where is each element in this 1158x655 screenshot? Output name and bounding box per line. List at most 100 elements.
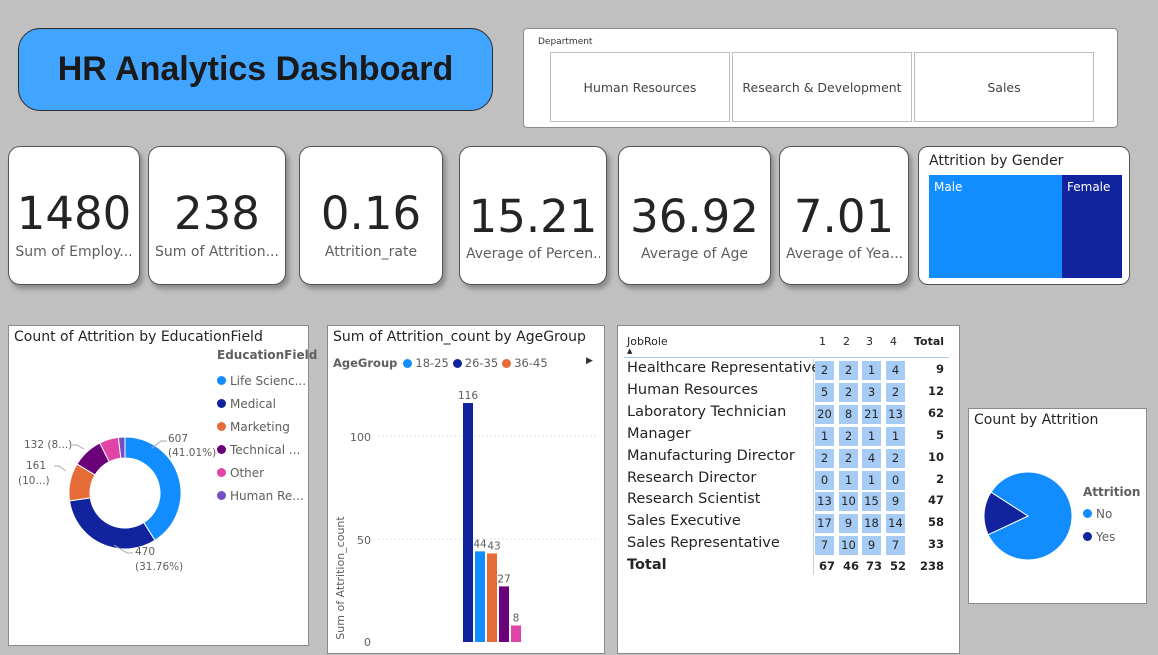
sort-ascending-icon[interactable]: ▲ — [627, 347, 632, 355]
matrix-cell[interactable]: 9 — [839, 514, 858, 534]
legend-item[interactable]: Medical — [217, 392, 317, 415]
kpi-card-average-years[interactable]: 7.01 Average of Yea... — [779, 146, 909, 285]
department-slicer-label: Department — [538, 37, 593, 47]
matrix-cell[interactable]: 17 — [815, 514, 834, 534]
matrix-cell[interactable]: 18 — [862, 514, 881, 534]
matrix-row-label[interactable]: Laboratory Technician — [627, 404, 786, 420]
matrix-cell[interactable]: 0 — [886, 470, 905, 490]
kpi-card-employees[interactable]: 1480 Sum of Employ... — [8, 146, 140, 285]
legend-label: No — [1096, 506, 1113, 521]
legend-dot — [217, 422, 226, 431]
matrix-cell[interactable]: 1 — [862, 426, 881, 446]
slicer-option-human-resources[interactable]: Human Resources — [550, 52, 730, 122]
matrix-cell[interactable]: 5 — [815, 382, 834, 402]
matrix-cell[interactable]: 4 — [862, 448, 881, 468]
matrix-cell[interactable]: 13 — [886, 404, 905, 424]
matrix-cell[interactable]: 21 — [862, 404, 881, 424]
matrix-cell[interactable]: 1 — [886, 426, 905, 446]
matrix-header-1[interactable]: 1 — [819, 335, 826, 348]
matrix-header-4[interactable]: 4 — [890, 335, 897, 348]
kpi-card-percent-hike[interactable]: 15.21 Average of Percen... — [459, 146, 607, 285]
legend-item[interactable]: Marketing — [217, 415, 317, 438]
kpi-value: 36.92 — [630, 190, 759, 243]
matrix-header-total[interactable]: Total — [914, 335, 944, 348]
matrix-cell[interactable]: 13 — [815, 492, 834, 512]
matrix-cell[interactable]: 1 — [815, 426, 834, 446]
matrix-row-label[interactable]: Sales Executive — [627, 513, 741, 529]
matrix-cell[interactable]: 10 — [839, 492, 858, 512]
kpi-card-average-age[interactable]: 36.92 Average of Age — [618, 146, 771, 285]
matrix-cell[interactable]: 9 — [862, 536, 881, 556]
matrix-cell[interactable]: 2 — [815, 361, 834, 380]
slicer-option-research-development[interactable]: Research & Development — [732, 52, 912, 122]
treemap-tile-male[interactable]: Male — [929, 175, 1062, 278]
matrix-cell[interactable]: 2 — [839, 361, 858, 380]
matrix-header-3[interactable]: 3 — [866, 335, 873, 348]
jobrole-matrix: JobRole ▲ 1 2 3 4 Total Healthcare Repre… — [617, 325, 960, 654]
bar-18-25[interactable] — [475, 551, 485, 642]
legend-item[interactable]: Yes — [1083, 525, 1140, 548]
matrix-cell[interactable]: 15 — [862, 492, 881, 512]
donut-slice-medical[interactable] — [68, 497, 156, 550]
matrix-cell[interactable]: 1 — [839, 470, 858, 490]
legend-item[interactable]: No — [1083, 502, 1140, 525]
kpi-caption: Sum of Attrition... — [155, 244, 279, 260]
matrix-cell[interactable]: 4 — [886, 361, 905, 380]
matrix-row-label[interactable]: Manager — [627, 426, 691, 442]
bar-46-55[interactable] — [499, 586, 509, 642]
education-field-chart: Count of Attrition by EducationField 607… — [8, 325, 317, 646]
kpi-card-attrition-rate[interactable]: 0.16 Attrition_rate — [299, 146, 443, 285]
bar-26-35[interactable] — [463, 403, 473, 642]
bar-36-45[interactable] — [487, 553, 497, 642]
legend-dot — [217, 445, 226, 454]
matrix-cell[interactable]: 1 — [862, 470, 881, 490]
matrix-cell[interactable]: 14 — [886, 514, 905, 534]
matrix-row-label[interactable]: Human Resources — [627, 382, 758, 398]
treemap-label-female: Female — [1067, 180, 1111, 194]
legend-label: Marketing — [230, 419, 290, 434]
legend-item[interactable]: Life Scienc... — [217, 369, 317, 392]
bar-55-[interactable] — [511, 625, 521, 642]
matrix-column-divider — [813, 359, 814, 575]
matrix-row-label[interactable]: Sales Representative — [627, 535, 780, 551]
matrix-cell[interactable]: 2 — [839, 426, 858, 446]
legend-item[interactable]: Other — [217, 461, 317, 484]
legend-dot — [217, 468, 226, 477]
matrix-cell[interactable]: 1 — [862, 361, 881, 380]
matrix-cell[interactable]: 2 — [839, 382, 858, 402]
matrix-row-label[interactable]: Manufacturing Director — [627, 448, 795, 464]
matrix-row-label[interactable]: Research Director — [627, 470, 756, 486]
matrix-cell[interactable]: 0 — [815, 470, 834, 490]
kpi-value: 1480 — [16, 187, 132, 240]
matrix-cell[interactable]: 7 — [815, 536, 834, 556]
matrix-cell[interactable]: 3 — [862, 382, 881, 402]
matrix-row-label[interactable]: Research Scientist — [627, 491, 760, 507]
kpi-caption: Average of Age — [641, 246, 748, 262]
matrix-cell[interactable]: 2 — [886, 448, 905, 468]
legend-label: Yes — [1096, 529, 1116, 544]
matrix-cell[interactable]: 8 — [839, 404, 858, 424]
matrix-header-jobrole[interactable]: JobRole — [627, 335, 668, 348]
matrix-row-label[interactable]: Healthcare Representative — [627, 360, 820, 376]
matrix-cell[interactable]: 9 — [886, 492, 905, 512]
matrix-cell[interactable]: 10 — [839, 536, 858, 556]
leader-line-marketing — [54, 465, 67, 472]
matrix-cell[interactable]: 20 — [815, 404, 834, 424]
slicer-option-sales[interactable]: Sales — [914, 52, 1094, 122]
attrition-by-gender-title: Attrition by Gender — [929, 153, 1064, 169]
matrix-cell[interactable]: 2 — [839, 448, 858, 468]
matrix-cell[interactable]: 2 — [815, 448, 834, 468]
kpi-card-attrition-sum[interactable]: 238 Sum of Attrition... — [148, 146, 286, 285]
legend-item[interactable]: Human Re... — [217, 484, 317, 507]
matrix-cell[interactable]: 7 — [886, 536, 905, 556]
treemap-tile-female[interactable]: Female — [1062, 175, 1122, 278]
matrix-cell[interactable]: 2 — [886, 382, 905, 402]
attrition-legend-title: Attrition — [1083, 485, 1141, 499]
kpi-caption: Average of Percen... — [466, 246, 600, 262]
legend-dot — [217, 491, 226, 500]
matrix-row-total: 2 — [935, 471, 944, 486]
legend-item[interactable]: Technical ... — [217, 438, 317, 461]
matrix-header-2[interactable]: 2 — [843, 335, 850, 348]
donut-label-marketing-value: 161 — [26, 460, 46, 472]
kpi-value: 238 — [174, 187, 260, 240]
